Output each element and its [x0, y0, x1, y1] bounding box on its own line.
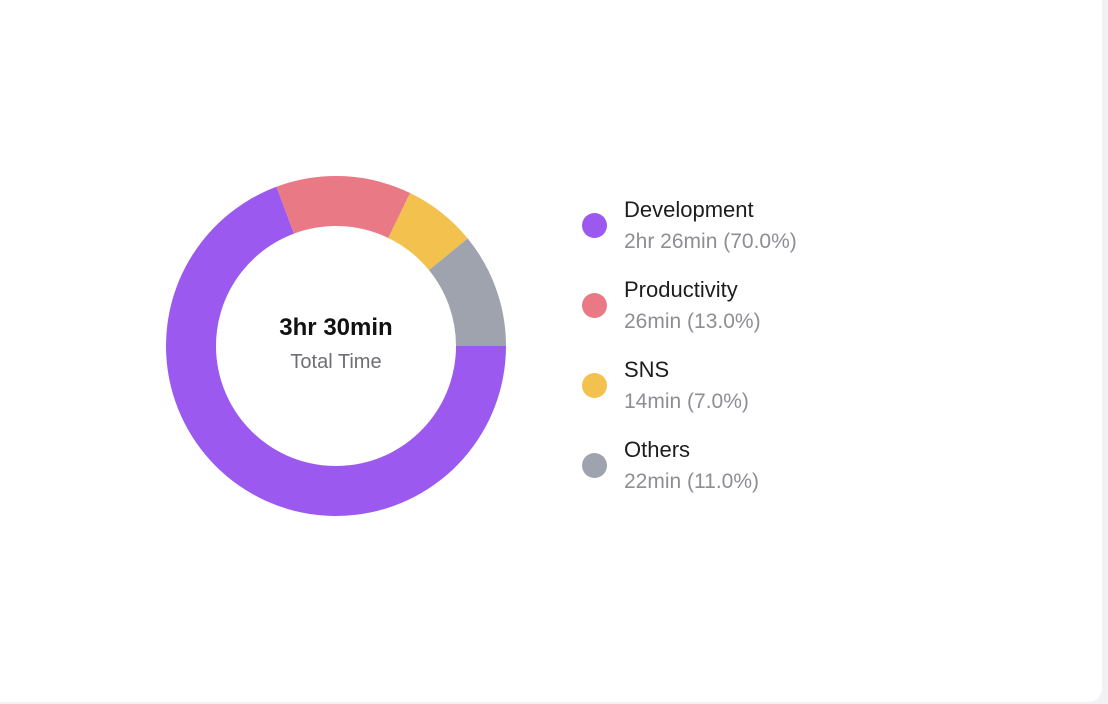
legend-item-productivity[interactable]: Productivity 26min (13.0%) [582, 274, 1002, 354]
legend-value-others: 22min (11.0%) [624, 470, 760, 493]
legend-value-development: 2hr 26min (70.0%) [624, 230, 797, 253]
legend-dot-productivity [582, 293, 607, 318]
legend-dot-others [582, 453, 607, 478]
legend-label-others: Others [624, 437, 691, 462]
legend-label-productivity: Productivity [624, 277, 738, 302]
legend-item-others[interactable]: Others 22min (11.0%) [582, 434, 1002, 514]
donut-svg [166, 176, 506, 516]
donut-chart: 3hr 30min Total Time [166, 176, 506, 516]
legend-dot-development [582, 213, 607, 238]
legend-item-sns[interactable]: SNS 14min (7.0%) [582, 354, 1002, 434]
legend: Development 2hr 26min (70.0%) Productivi… [582, 194, 1002, 514]
legend-value-productivity: 26min (13.0%) [624, 310, 761, 333]
legend-label-development: Development [624, 197, 754, 222]
legend-dot-sns [582, 373, 607, 398]
legend-value-sns: 14min (7.0%) [624, 390, 749, 413]
legend-label-sns: SNS [624, 357, 670, 382]
legend-item-development[interactable]: Development 2hr 26min (70.0%) [582, 194, 1002, 274]
donut-slice-productivity[interactable] [276, 176, 411, 238]
chart-card: 3hr 30min Total Time Development 2hr 26m… [0, 0, 1102, 702]
